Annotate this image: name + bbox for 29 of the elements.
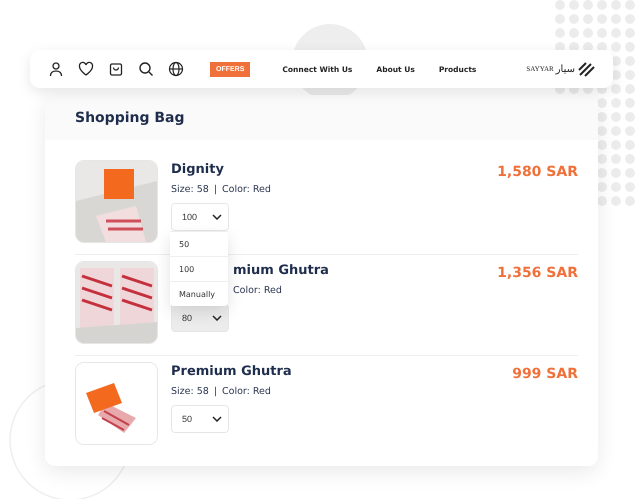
price-text: 1,356 SAR xyxy=(497,265,578,283)
menu-option[interactable]: 100 xyxy=(170,256,228,281)
menu-option[interactable]: 50 xyxy=(170,231,228,256)
quantity-select[interactable]: 100 xyxy=(171,203,229,231)
logo-arabic-text: سيار xyxy=(556,64,575,74)
separator-text: | xyxy=(214,386,218,397)
chevron-down-icon xyxy=(212,214,222,220)
price-text: 1,580 SAR xyxy=(497,164,578,182)
chevron-down-icon xyxy=(212,315,222,321)
quantity-select[interactable]: 80 xyxy=(171,304,229,332)
quantity-select[interactable]: 50 xyxy=(171,405,229,433)
logo-icon xyxy=(577,61,595,77)
heart-icon[interactable] xyxy=(78,61,94,77)
product-name: Dignity xyxy=(171,162,224,177)
shopping-bag-title: Shopping Bag xyxy=(75,110,185,126)
color-text: Color: Red xyxy=(233,285,282,296)
bag-icon[interactable] xyxy=(108,61,124,77)
separator-text: | xyxy=(214,184,218,195)
search-icon[interactable] xyxy=(138,61,154,77)
color-text: Color: Red xyxy=(222,184,271,195)
chevron-down-icon xyxy=(212,416,222,422)
price-text: 999 SAR xyxy=(512,366,578,384)
color-text: Color: Red xyxy=(222,386,271,397)
globe-icon[interactable] xyxy=(168,61,184,77)
product-name: Premium Ghutra xyxy=(171,364,292,379)
size-text: Size: 58 xyxy=(171,386,209,397)
user-icon[interactable] xyxy=(48,61,64,77)
product-name: mium Ghutra xyxy=(233,263,329,278)
size-text: Size: 58 xyxy=(171,184,209,195)
